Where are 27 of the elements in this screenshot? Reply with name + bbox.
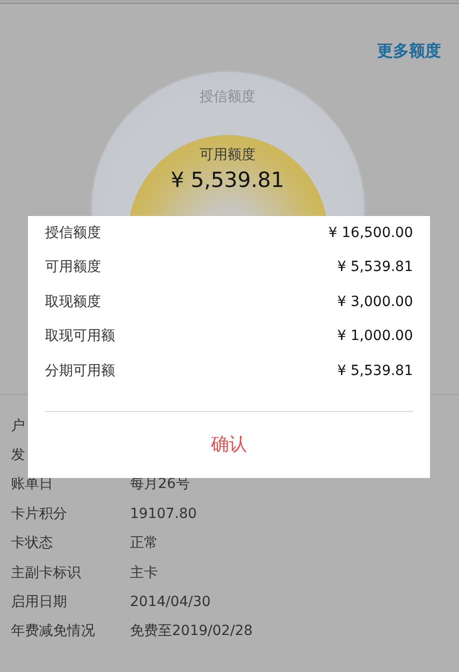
credit-label: 取现可用额 [45,327,115,346]
detail-label: 卡片积分 [11,504,68,523]
credit-amount: ¥ 5,539.81 [337,362,413,381]
detail-label: 发 [11,446,25,464]
gauge-value: ¥ 5,539.81 [170,167,284,193]
credit-label: 取现额度 [45,292,101,312]
detail-value: 免费至2019/02/28 [130,622,253,640]
detail-label: 启用日期 [11,593,68,612]
detail-value: 2014/04/30 [130,594,211,610]
credit-label: 可用额度 [45,258,101,278]
detail-value: 主卡 [130,564,158,582]
more-credit-link[interactable]: 更多额度 [377,41,441,61]
credit-amount: ¥ 1,000.00 [337,327,413,346]
detail-label: 卡状态 [11,534,54,552]
credit-amount: ¥ 3,000.00 [337,292,413,312]
gauge-label: 授信额度 [200,88,256,107]
credit-label: 分期可用额 [45,362,115,381]
confirm-button[interactable]: 确认 [203,430,255,458]
detail-value: 正常 [130,534,158,552]
credit-amount: ¥ 5,539.81 [337,258,413,278]
credit-label: 授信额度 [45,224,101,243]
detail-label: 主副卡标识 [11,564,82,582]
gauge-label: 可用额度 [200,146,256,164]
detail-label: 年费减免情况 [11,622,96,640]
detail-value: 19107.80 [130,506,197,522]
detail-label: 户 [11,416,25,435]
credit-amount: ¥ 16,500.00 [328,224,413,243]
